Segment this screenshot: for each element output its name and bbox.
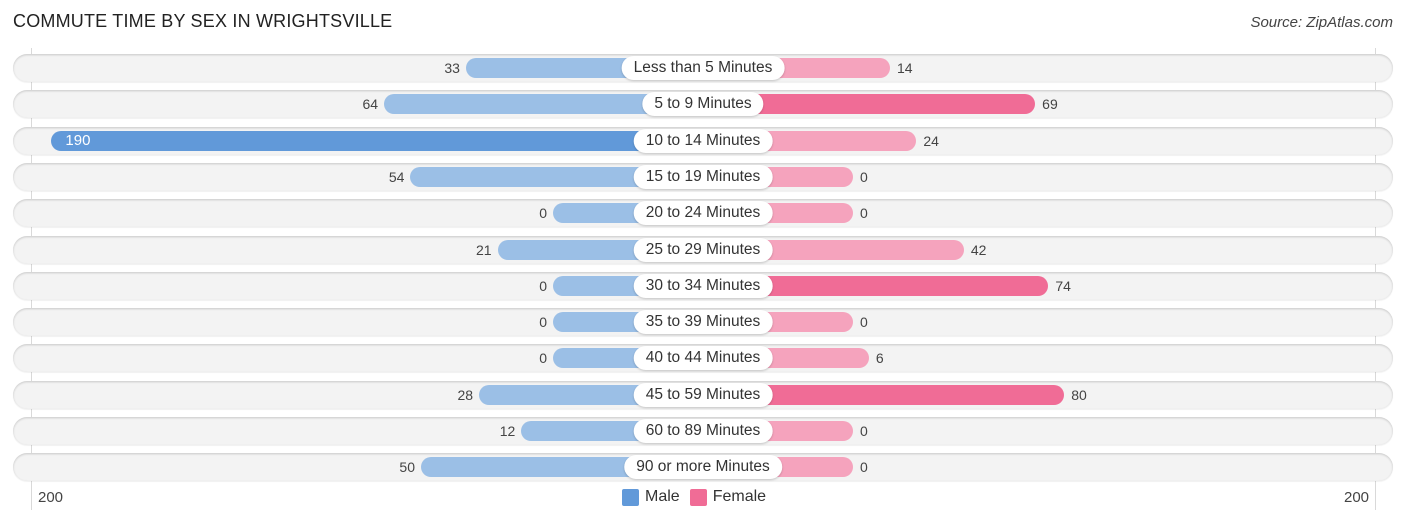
female-value-label: 0 bbox=[860, 459, 868, 475]
legend-swatch-female bbox=[689, 488, 707, 506]
legend: Male Female bbox=[622, 488, 776, 506]
female-value-label: 74 bbox=[1055, 278, 1071, 294]
category-label: 5 to 9 Minutes bbox=[642, 92, 764, 116]
male-value-label: 0 bbox=[539, 350, 547, 366]
female-value-label: 42 bbox=[970, 242, 987, 258]
male-value-label: 33 bbox=[444, 60, 460, 76]
male-value-label: 0 bbox=[539, 205, 547, 221]
source-credit: Source: ZipAtlas.com bbox=[1250, 14, 1393, 31]
legend-item-male[interactable]: Male bbox=[622, 488, 680, 506]
category-label: 40 to 44 Minutes bbox=[633, 346, 773, 370]
male-value-label: 64 bbox=[362, 96, 379, 112]
category-label: 20 to 24 Minutes bbox=[633, 201, 773, 225]
category-label: 60 to 89 Minutes bbox=[633, 419, 773, 443]
female-value-label: 0 bbox=[860, 205, 868, 221]
male-value-label: 0 bbox=[539, 278, 547, 294]
male-value-label: 50 bbox=[399, 459, 415, 475]
female-value-label: 0 bbox=[860, 169, 868, 185]
female-value-label: 69 bbox=[1042, 96, 1058, 112]
category-label: 45 to 59 Minutes bbox=[633, 383, 773, 407]
male-value-label: 0 bbox=[539, 314, 547, 330]
category-label: Less than 5 Minutes bbox=[621, 56, 785, 80]
male-value-label: 21 bbox=[475, 242, 492, 258]
legend-swatch-male bbox=[622, 488, 639, 506]
male-value-label: 54 bbox=[388, 169, 405, 185]
legend-item-female[interactable]: Female bbox=[689, 488, 767, 506]
male-bar[interactable] bbox=[51, 131, 703, 151]
category-label: 30 to 34 Minutes bbox=[633, 274, 773, 298]
female-value-label: 14 bbox=[896, 60, 913, 76]
female-value-label: 0 bbox=[860, 423, 868, 439]
legend-label-female: Female bbox=[712, 488, 767, 505]
chart-title: COMMUTE TIME BY SEX IN WRIGHTSVILLE bbox=[13, 11, 393, 31]
legend-label-male: Male bbox=[645, 488, 680, 505]
male-value-label: 190 bbox=[65, 132, 91, 149]
category-label: 25 to 29 Minutes bbox=[633, 238, 773, 262]
category-label: 90 or more Minutes bbox=[624, 455, 782, 479]
female-value-label: 0 bbox=[860, 314, 868, 330]
category-label: 35 to 39 Minutes bbox=[633, 310, 773, 334]
female-value-label: 6 bbox=[875, 350, 884, 366]
male-value-label: 28 bbox=[457, 387, 474, 403]
category-label: 10 to 14 Minutes bbox=[633, 129, 773, 153]
female-value-label: 80 bbox=[1071, 387, 1087, 403]
male-value-label: 12 bbox=[499, 423, 516, 439]
female-value-label: 24 bbox=[923, 133, 939, 149]
right-axis-tick: 200 bbox=[1344, 489, 1370, 506]
left-axis-tick: 200 bbox=[38, 489, 64, 506]
category-label: 15 to 19 Minutes bbox=[633, 165, 773, 189]
